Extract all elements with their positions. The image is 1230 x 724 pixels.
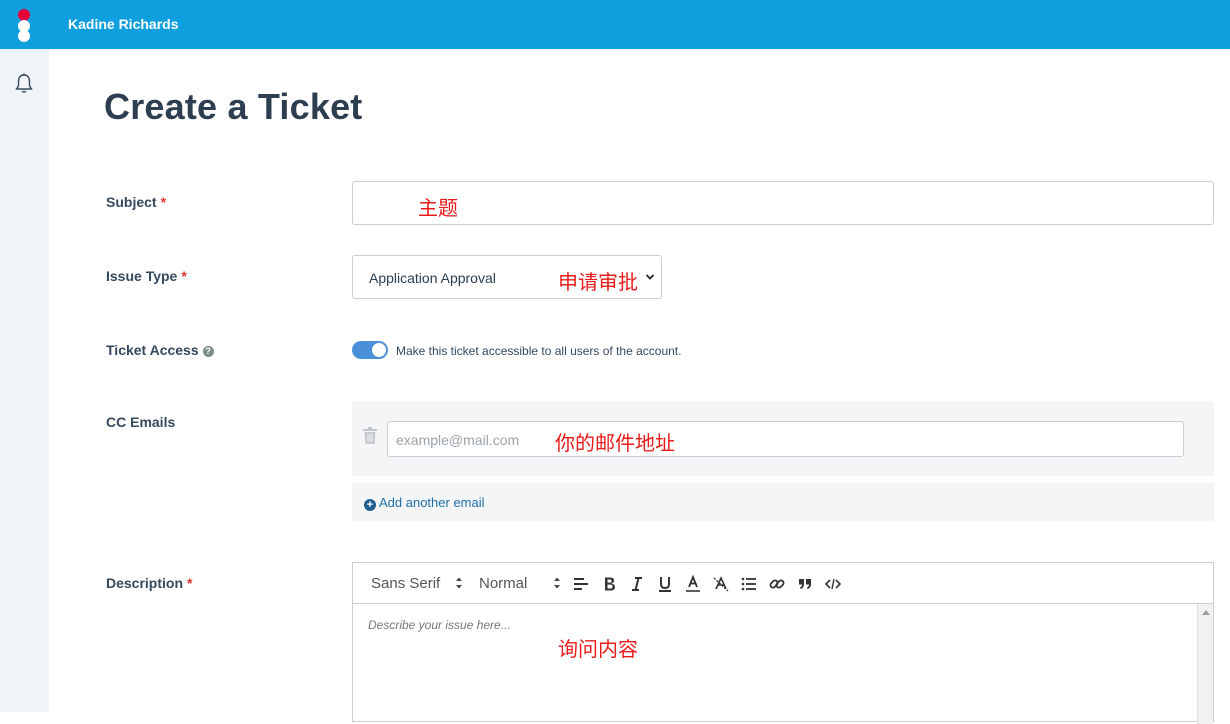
subject-label: Subject * [106,194,166,210]
app-logo[interactable] [17,9,31,42]
subject-input[interactable] [352,181,1214,225]
required-mark: * [187,575,193,591]
clear-format-icon[interactable] [712,575,730,593]
editor-body[interactable]: Describe your issue here... [353,604,1213,724]
updown-icon [554,577,560,589]
logo-dot-white-2 [18,30,30,42]
editor-scrollbar[interactable] [1197,604,1213,724]
description-label: Description * [106,575,192,591]
sidebar [0,49,49,712]
page-title: Create a Ticket [104,86,363,127]
issue-type-label: Issue Type * [106,268,187,284]
top-bar: Kadine Richards [0,0,1230,49]
plus-circle-icon: + [364,499,376,511]
cc-email-placeholder: example@mail.com [396,432,520,448]
font-select[interactable]: Sans Serif [371,575,440,592]
ticket-access-toggle[interactable] [352,341,388,359]
subject-label-text: Subject [106,194,157,210]
toggle-knob [372,343,386,357]
description-placeholder: Describe your issue here... [368,618,511,632]
trash-icon[interactable] [362,427,378,445]
quote-icon[interactable] [796,575,814,593]
add-email-row: + Add another email [352,483,1214,521]
text-color-icon[interactable] [684,575,702,593]
help-icon[interactable]: ? [202,345,214,357]
updown-icon [456,577,462,589]
add-email-button[interactable]: + Add another email [364,495,485,511]
required-mark: * [160,194,167,210]
bold-icon[interactable] [600,575,618,593]
user-name[interactable]: Kadine Richards [68,16,178,32]
cc-emails-label: CC Emails [106,414,176,430]
description-label-text: Description [106,575,184,591]
size-select[interactable]: Normal [479,575,527,592]
ticket-access-label: Ticket Access? [106,342,214,358]
required-mark: * [181,268,187,284]
scroll-up-icon[interactable] [1202,610,1210,615]
chevron-down-icon [645,274,655,280]
issue-type-value: Application Approval [369,270,496,286]
subject-annotation: 主题 [418,196,458,220]
editor-toolbar: Sans Serif Normal [353,563,1213,604]
list-icon[interactable] [740,575,758,593]
align-icon[interactable] [572,575,590,593]
description-annotation: 询问内容 [558,637,638,661]
issue-type-annotation: 申请审批 [558,270,638,294]
code-icon[interactable] [824,575,842,593]
issue-type-label-text: Issue Type [106,268,178,284]
italic-icon[interactable] [628,575,646,593]
bell-icon[interactable] [14,73,34,95]
add-email-label: Add another email [379,495,485,510]
ticket-access-description: Make this ticket accessible to all users… [396,344,682,358]
link-icon[interactable] [768,575,786,593]
ticket-access-label-text: Ticket Access [106,342,199,358]
cc-email-input[interactable]: example@mail.com [387,421,1184,457]
cc-email-annotation: 你的邮件地址 [555,431,675,455]
description-editor: Sans Serif Normal Describe your issue he… [352,562,1214,724]
underline-icon[interactable] [656,575,674,593]
